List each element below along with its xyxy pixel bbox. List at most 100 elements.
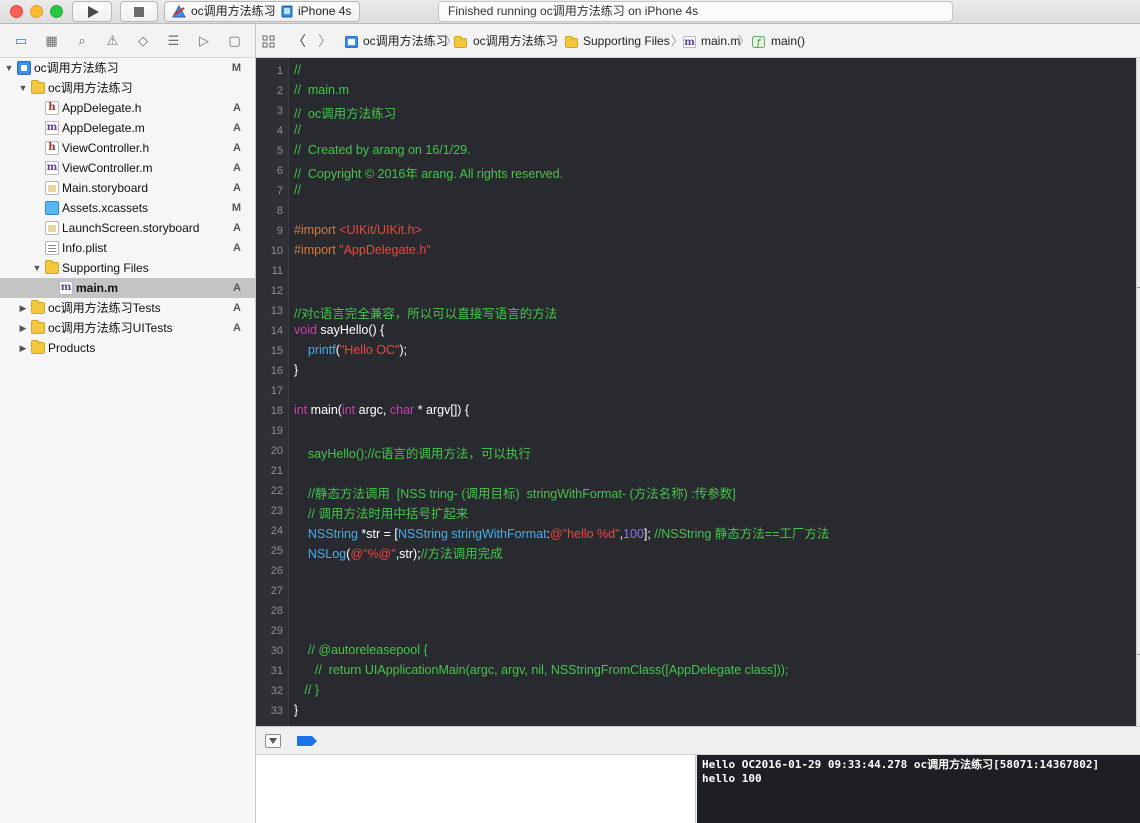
line-number: 22 (270, 485, 283, 497)
code-line[interactable]: int main(int argc, char * argv[]) { (294, 403, 469, 417)
file-tree-item[interactable]: LaunchScreen.storyboard A (0, 218, 255, 238)
code-line[interactable]: } (294, 363, 298, 377)
breakpoint-icon[interactable]: ▷ (195, 33, 213, 49)
breakpoint-icon[interactable] (297, 736, 317, 746)
file-tree-item[interactable]: ▶ oc调用方法练习UITests A (0, 318, 255, 338)
code-line[interactable]: // @autoreleasepool { (294, 643, 428, 657)
symbol-icon[interactable]: ▦ (43, 33, 61, 49)
disclosure-open-icon[interactable]: ▼ (32, 258, 42, 278)
code-line[interactable]: // (294, 183, 301, 197)
run-button[interactable] (72, 1, 112, 22)
code-line[interactable]: //对c语言完全兼容，所以可以直接写语言的方法 (294, 303, 557, 322)
file-tree-item[interactable]: m ViewController.m A (0, 158, 255, 178)
back-button[interactable]: 〈 (292, 24, 306, 58)
disclosure-closed-icon[interactable]: ▶ (18, 338, 28, 358)
code-token: int (341, 403, 356, 417)
report-icon[interactable]: ▢ (226, 33, 244, 49)
disclosure-open-icon[interactable]: ▼ (18, 78, 28, 98)
device-icon (281, 5, 293, 18)
code-token: argc, (355, 403, 390, 417)
code-line[interactable]: sayHello();//c语言的调用方法，可以执行 (294, 443, 531, 462)
code-token: // @autoreleasepool { (307, 643, 428, 657)
code-token: //静态方法调用 [NSS tring- (调用目标) stringWithFo… (307, 487, 736, 501)
file-tree-item[interactable]: Main.storyboard A (0, 178, 255, 198)
file-tree-item[interactable]: ▶ oc调用方法练习Tests A (0, 298, 255, 318)
breadcrumb-group[interactable]: oc调用方法练习 (473, 24, 558, 58)
code-line[interactable]: } (294, 703, 298, 717)
code-line[interactable]: // main.m (294, 83, 349, 97)
file-tree-item[interactable]: Info.plist A (0, 238, 255, 258)
line-number: 17 (270, 385, 283, 397)
console-output[interactable]: Hello OC2016-01-29 09:33:44.278 oc调用方法练习… (697, 755, 1140, 823)
code-line[interactable]: // (294, 63, 301, 77)
line-number: 16 (270, 365, 283, 377)
breadcrumb-chevron: 〉 (553, 34, 566, 48)
breadcrumb-file[interactable]: main.m (701, 24, 740, 58)
code-line[interactable]: #import <UIKit/UIKit.h> (294, 223, 422, 237)
disclosure-open-icon[interactable]: ▼ (4, 58, 14, 78)
source-control-status: A (233, 162, 241, 174)
file-tree-item[interactable]: h ViewController.h A (0, 138, 255, 158)
breadcrumb-symbol[interactable]: main() (771, 24, 805, 58)
code-line[interactable]: printf("Hello OC"); (294, 343, 407, 357)
code-token: @"hello %d" (550, 527, 620, 541)
code-line[interactable]: void sayHello() { (294, 323, 384, 337)
code-token: // Copyright © 2016年 arang. All rights r… (294, 167, 564, 181)
code-token: void (294, 323, 317, 337)
line-number: 19 (270, 425, 283, 437)
minimize-window-button[interactable] (30, 5, 43, 18)
code-line[interactable]: // Created by arang on 16/1/29. (294, 143, 471, 157)
code-token: //对c语言完全兼容，所以可以直接写语言的方法 (294, 307, 558, 321)
code-token: * argv[]) { (414, 403, 470, 417)
file-tree-item[interactable]: ▼ Supporting Files (0, 258, 255, 278)
debug-icon[interactable]: ☰ (165, 33, 183, 49)
source-control-status: A (233, 242, 241, 254)
disclosure-closed-icon[interactable]: ▶ (18, 298, 28, 318)
code-line[interactable]: NSLog(@"%@",str);//方法调用完成 (294, 543, 503, 562)
file-tree-item[interactable]: ▼ oc调用方法练习 (0, 78, 255, 98)
stop-button[interactable] (120, 1, 158, 22)
folder-icon (45, 260, 59, 274)
related-items-icon[interactable] (262, 35, 275, 48)
breadcrumb-supporting-files[interactable]: Supporting Files (583, 24, 670, 58)
disclosure-closed-icon[interactable]: ▶ (18, 318, 28, 338)
editor-scrollbar[interactable] (1136, 58, 1140, 726)
file-tree-item[interactable]: m AppDelegate.m A (0, 118, 255, 138)
code-line[interactable]: // Copyright © 2016年 arang. All rights r… (294, 163, 563, 182)
code-line[interactable]: // oc调用方法练习 (294, 103, 396, 122)
hide-debug-area-button[interactable] (265, 734, 281, 748)
line-number: 1 (276, 65, 283, 77)
code-line[interactable]: NSString *str = [NSString stringWithForm… (294, 523, 829, 542)
zoom-window-button[interactable] (50, 5, 63, 18)
source-editor[interactable]: 1 2 3 4 5 6 7 8 9 10 11 12 13 14 15 16 17 18 19 20 21 22 23 24 2… (256, 58, 1136, 726)
breadcrumb-chevron: 〉 (738, 34, 751, 48)
code-line[interactable]: // 调用方法时用中括号扩起来 (294, 503, 468, 522)
code-line[interactable]: // return UIApplicationMain(argc, argv, … (294, 663, 789, 677)
line-number: 8 (276, 205, 283, 217)
close-window-button[interactable] (10, 5, 23, 18)
issue-icon[interactable]: ⚠ (104, 33, 122, 49)
source-control-status: A (233, 302, 241, 314)
folder-icon[interactable]: ▭ (12, 33, 30, 49)
search-icon[interactable]: ⌕ (73, 33, 91, 49)
code-line[interactable]: //静态方法调用 [NSS tring- (调用目标) stringWithFo… (294, 483, 736, 502)
forward-button[interactable]: 〉 (318, 24, 332, 58)
file-tree-item[interactable]: Assets.xcassets M (0, 198, 255, 218)
line-number: 4 (276, 125, 283, 137)
scheme-selector[interactable]: oc调用方法练习 〉 iPhone 4s (164, 1, 360, 22)
line-number: 18 (270, 405, 283, 417)
code-line[interactable]: // (294, 123, 301, 137)
test-icon[interactable]: ◇ (134, 33, 152, 49)
stop-icon (134, 7, 144, 17)
file-tree-item[interactable]: h AppDelegate.h A (0, 98, 255, 118)
breadcrumb-project[interactable]: oc调用方法练习 (363, 24, 448, 58)
file-tree-item[interactable]: ▼ oc调用方法练习 M (0, 58, 255, 78)
file-tree-item[interactable]: m main.m A (0, 278, 255, 298)
code-token: "AppDelegate.h" (339, 243, 431, 257)
code-line[interactable]: #import "AppDelegate.h" (294, 243, 431, 257)
file-tree-item[interactable]: ▶ Products (0, 338, 255, 358)
code-line[interactable]: // } (294, 683, 319, 697)
